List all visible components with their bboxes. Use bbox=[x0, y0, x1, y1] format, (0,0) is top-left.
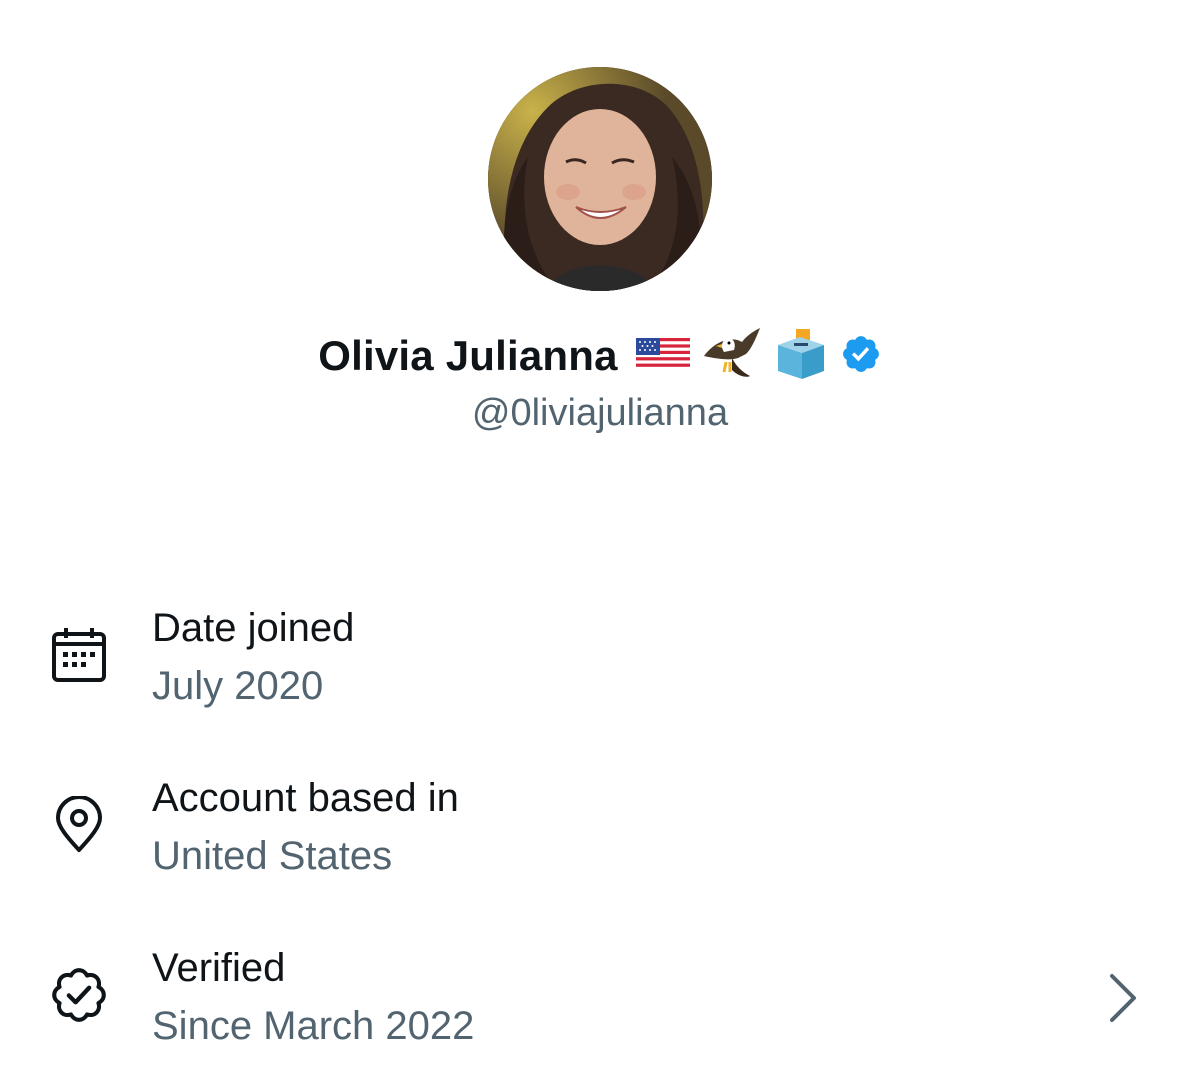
about-item-title: Verified bbox=[152, 946, 286, 990]
eagle-emoji bbox=[702, 326, 762, 387]
avatar-photo bbox=[488, 67, 712, 291]
about-item-title: Date joined bbox=[152, 606, 355, 650]
verified-badge-icon[interactable] bbox=[840, 333, 882, 380]
ballot-box-emoji bbox=[774, 327, 828, 386]
location-pin-icon bbox=[56, 796, 102, 852]
about-item-account-based-in: Account based in United States bbox=[0, 766, 1200, 906]
about-item-value: United States bbox=[152, 834, 393, 878]
about-item-value: Since March 2022 bbox=[152, 1004, 475, 1048]
chevron-right-icon[interactable] bbox=[1104, 970, 1144, 1026]
profile-name-row: Olivia Julianna bbox=[0, 326, 1200, 386]
profile-handle: @0liviajulianna bbox=[471, 392, 729, 434]
calendar-icon bbox=[52, 628, 106, 682]
avatar[interactable] bbox=[488, 67, 712, 291]
us-flag-emoji bbox=[635, 334, 690, 379]
about-item-value: July 2020 bbox=[152, 664, 324, 708]
about-item-title: Account based in bbox=[152, 776, 459, 820]
verified-badge-outline-icon bbox=[52, 968, 106, 1022]
about-item-date-joined: Date joined July 2020 bbox=[0, 596, 1200, 736]
about-item-verified[interactable]: Verified Since March 2022 bbox=[0, 936, 1200, 1076]
display-name: Olivia Julianna bbox=[318, 332, 618, 379]
